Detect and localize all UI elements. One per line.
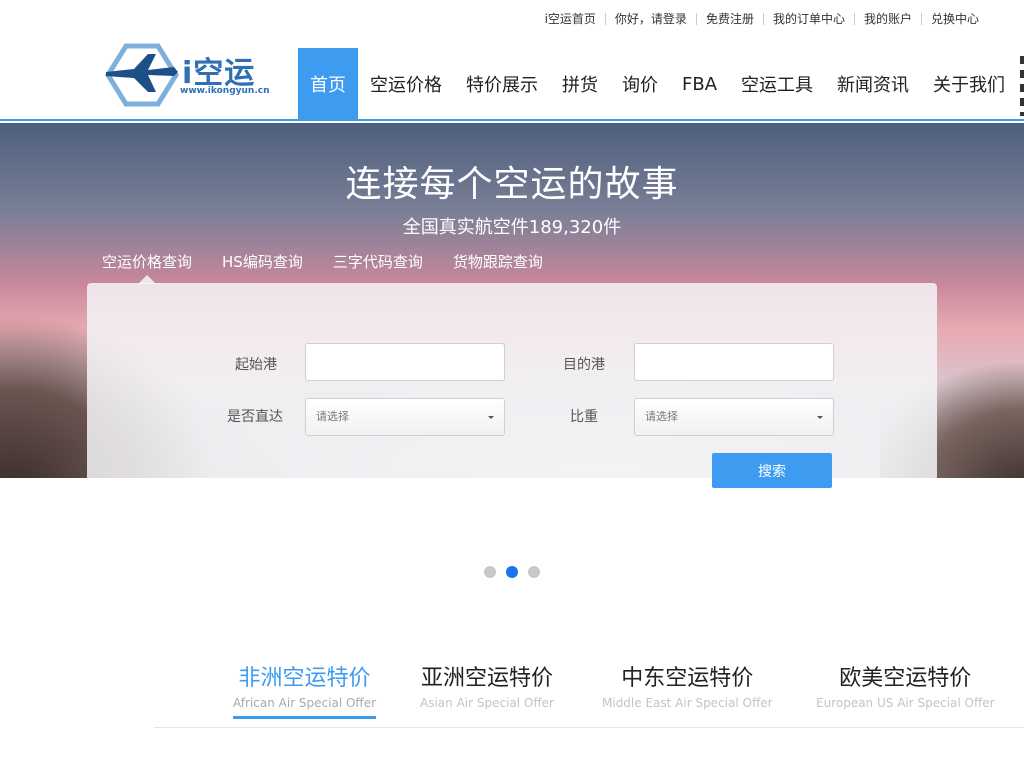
my-account-link[interactable]: 我的账户 [855, 11, 921, 27]
tab-africa-offer[interactable]: 非洲空运特价 African Air Special Offer [233, 660, 377, 719]
offer-subtitle: African Air Special Offer [233, 696, 377, 710]
login-link[interactable]: 你好，请登录 [606, 11, 696, 27]
edge-decoration [1020, 56, 1024, 116]
select-placeholder: 请选择 [316, 410, 349, 423]
register-link[interactable]: 免费注册 [697, 11, 763, 27]
query-panel: 起始港 目的港 是否直达 请选择 比重 请选择 [87, 283, 937, 478]
nav-item-home[interactable]: 首页 [298, 48, 358, 120]
tab-middle-east-offer[interactable]: 中东空运特价 Middle East Air Special Offer [602, 660, 773, 710]
direct-flight-select[interactable]: 请选择 [305, 398, 505, 436]
top-utility-bar: i空运首页 你好，请登录 免费注册 我的订单中心 我的账户 兑换中心 [0, 0, 1024, 38]
chevron-down-icon [817, 416, 823, 419]
nav-item-inquiry[interactable]: 询价 [610, 48, 670, 120]
offer-title: 亚洲空运特价 [420, 666, 553, 691]
main-nav: 首页 空运价格 特价展示 拼货 询价 FBA 空运工具 新闻资讯 关于我们 [298, 48, 1017, 120]
site-logo[interactable]: i空运 www.ikongyun.cn [104, 42, 270, 107]
tab-asia-offer[interactable]: 亚洲空运特价 Asian Air Special Offer [420, 660, 554, 710]
offer-title: 欧美空运特价 [839, 666, 972, 691]
carousel-dot[interactable] [484, 566, 496, 578]
main-header: i空运 www.ikongyun.cn 首页 空运价格 特价展示 拼货 询价 F… [0, 38, 1024, 121]
nav-item-special-offers[interactable]: 特价展示 [454, 48, 550, 120]
direct-flight-label: 是否直达 [227, 409, 283, 425]
nav-item-consolidation[interactable]: 拼货 [550, 48, 610, 120]
origin-port-input[interactable] [305, 343, 505, 381]
top-links: i空运首页 你好，请登录 免费注册 我的订单中心 我的账户 兑换中心 [536, 11, 988, 27]
offer-subtitle: Middle East Air Special Offer [602, 696, 773, 710]
search-button[interactable]: 搜索 [712, 453, 832, 488]
tab-iata-code-query[interactable]: 三字代码查询 [333, 251, 423, 272]
active-tab-underline [233, 716, 377, 719]
hero-title: 连接每个空运的故事 [345, 164, 679, 205]
order-center-link[interactable]: 我的订单中心 [764, 11, 854, 27]
destination-label: 目的港 [563, 357, 605, 373]
logo-url: www.ikongyun.cn [180, 86, 270, 96]
tab-hs-code-query[interactable]: HS编码查询 [222, 251, 303, 272]
tab-europe-us-offer[interactable]: 欧美空运特价 European US Air Special Offer [816, 660, 995, 710]
destination-port-input[interactable] [634, 343, 834, 381]
home-link[interactable]: i空运首页 [536, 11, 605, 27]
hexagon-plane-icon [105, 43, 179, 107]
offer-title: 非洲空运特价 [238, 666, 371, 691]
nav-item-air-tools[interactable]: 空运工具 [729, 48, 825, 120]
carousel-dot-active[interactable] [506, 566, 518, 578]
redeem-center-link[interactable]: 兑换中心 [922, 11, 988, 27]
select-placeholder: 请选择 [645, 410, 678, 423]
offer-subtitle: European US Air Special Offer [816, 696, 995, 710]
density-ratio-select[interactable]: 请选择 [634, 398, 834, 436]
tab-cargo-tracking[interactable]: 货物跟踪查询 [453, 251, 543, 272]
offer-title: 中东空运特价 [621, 666, 754, 691]
special-offer-tabs: 非洲空运特价 African Air Special Offer 亚洲空运特价 … [0, 660, 1024, 730]
origin-label: 起始港 [235, 357, 277, 373]
chevron-down-icon [488, 416, 494, 419]
divider [154, 727, 1024, 728]
nav-item-about[interactable]: 关于我们 [921, 48, 1017, 120]
density-ratio-label: 比重 [570, 409, 598, 425]
query-tabs: 空运价格查询 HS编码查询 三字代码查询 货物跟踪查询 [102, 251, 573, 284]
carousel-dot[interactable] [528, 566, 540, 578]
nav-item-fba[interactable]: FBA [670, 48, 729, 120]
carousel-indicators [484, 566, 550, 578]
nav-item-air-price[interactable]: 空运价格 [358, 48, 454, 120]
hero-banner: 连接每个空运的故事 全国真实航空件189,320件 空运价格查询 HS编码查询 … [0, 123, 1024, 478]
offer-subtitle: Asian Air Special Offer [420, 696, 554, 710]
tab-air-price-query[interactable]: 空运价格查询 [102, 251, 192, 284]
hero-subtitle: 全国真实航空件189,320件 [402, 217, 622, 238]
nav-item-news[interactable]: 新闻资讯 [825, 48, 921, 120]
